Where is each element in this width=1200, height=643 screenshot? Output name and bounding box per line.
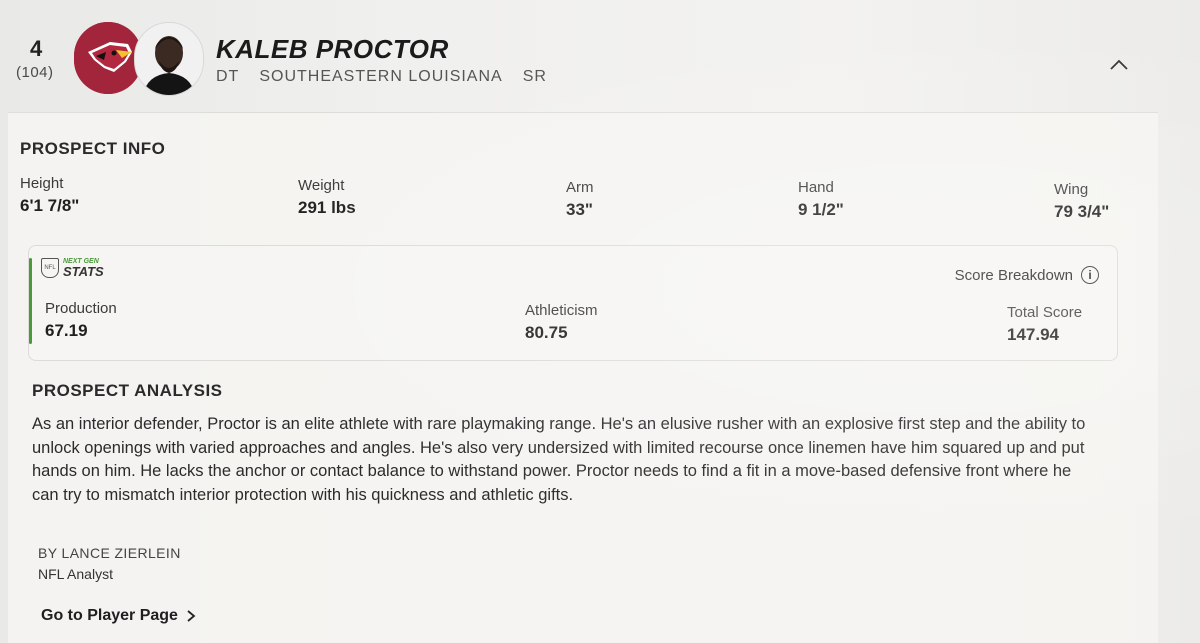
chevron-right-icon xyxy=(187,610,196,622)
player-page-link-label: Go to Player Page xyxy=(41,607,178,624)
next-gen-stats-logo: NFL NEXT GEN STATS xyxy=(41,258,104,278)
team-logo xyxy=(74,22,142,94)
prospect-card: PROSPECT INFO Height 6'1 7/8" Weight 291… xyxy=(8,112,1158,643)
stat-value: 79 3/4" xyxy=(1054,202,1110,221)
stat-label: Arm xyxy=(566,179,594,196)
stat-label: Wing xyxy=(1054,181,1089,198)
cardinals-logo-icon xyxy=(74,22,142,94)
player-class-year: SR xyxy=(522,68,547,85)
stat-label: Hand xyxy=(798,179,834,196)
stat-value: 33" xyxy=(566,200,593,219)
nfl-shield-icon: NFL xyxy=(41,258,59,278)
score-production: Production 67.19 xyxy=(45,300,117,341)
stat-label: Weight xyxy=(298,177,345,194)
score-label: Total Score xyxy=(1007,304,1083,321)
score-athleticism: Athleticism 80.75 xyxy=(525,302,598,343)
stat-arm: Arm 33" xyxy=(566,179,594,220)
chevron-up-icon xyxy=(1110,59,1128,70)
player-position: DT xyxy=(216,68,240,85)
stat-value: 291 lbs xyxy=(298,198,356,217)
draft-prospect-page: 4 (104) KALEB PROCTOR DT SOUTHEASTERN LO… xyxy=(0,0,1200,643)
collapse-button[interactable] xyxy=(1104,50,1134,80)
stat-weight: Weight 291 lbs xyxy=(298,177,356,218)
player-headshot-icon xyxy=(135,23,203,95)
stat-label: Height xyxy=(20,175,64,192)
player-photo xyxy=(134,22,204,96)
score-label: Athleticism xyxy=(525,302,598,319)
player-name: KALEB PROCTOR xyxy=(216,34,449,64)
next-gen-stats-panel: NFL NEXT GEN STATS Score Breakdown i Pro… xyxy=(28,245,1118,361)
score-value: 80.75 xyxy=(525,323,568,342)
analyst-role: NFL Analyst xyxy=(38,566,113,582)
info-icon: i xyxy=(1081,266,1099,284)
prospect-header[interactable]: 4 (104) KALEB PROCTOR DT SOUTHEASTERN LO… xyxy=(0,0,1200,112)
ngs-logo-big: STATS xyxy=(63,264,104,279)
go-to-player-page-link[interactable]: Go to Player Page xyxy=(41,607,196,625)
stat-value: 6'1 7/8" xyxy=(20,196,80,215)
score-total: Total Score 147.94 xyxy=(1007,304,1082,345)
score-label: Production xyxy=(45,300,117,317)
pick-overall: (104) xyxy=(16,64,54,81)
score-breakdown-button[interactable]: Score Breakdown i xyxy=(955,266,1099,284)
ngs-accent-bar xyxy=(29,258,32,344)
stat-height: Height 6'1 7/8" xyxy=(20,175,79,216)
stat-wing: Wing 79 3/4" xyxy=(1054,181,1109,222)
player-school: SOUTHEASTERN LOUISIANA xyxy=(259,68,503,85)
prospect-analysis-title: PROSPECT ANALYSIS xyxy=(32,381,223,400)
prospect-info-title: PROSPECT INFO xyxy=(20,139,166,158)
analyst-byline: BY LANCE ZIERLEIN xyxy=(38,545,181,561)
score-value: 67.19 xyxy=(45,321,88,340)
pick-number: 4 xyxy=(30,36,43,61)
prospect-analysis-text: As an interior defender, Proctor is an e… xyxy=(32,415,1086,504)
score-breakdown-label: Score Breakdown xyxy=(954,266,1073,284)
player-meta: DT SOUTHEASTERN LOUISIANA SR xyxy=(216,68,547,86)
score-value: 147.94 xyxy=(1007,325,1059,344)
stat-value: 9 1/2" xyxy=(798,200,844,219)
stat-hand: Hand 9 1/2" xyxy=(798,179,844,220)
